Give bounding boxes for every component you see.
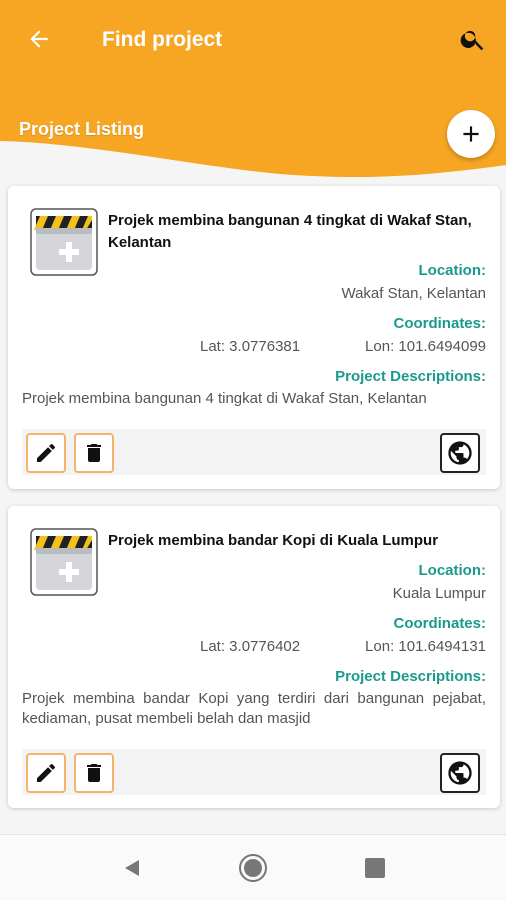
nav-back-button[interactable] bbox=[117, 853, 147, 883]
project-description: Projek membina bangunan 4 tingkat di Wak… bbox=[22, 390, 427, 407]
project-card[interactable]: Projek membina bandar Kopi di Kuala Lump… bbox=[8, 506, 500, 808]
folder-icon bbox=[30, 528, 98, 596]
folder-icon bbox=[30, 208, 98, 276]
pencil-icon bbox=[37, 443, 55, 462]
trash-icon bbox=[87, 764, 101, 782]
add-project-button[interactable] bbox=[447, 110, 495, 158]
nav-home-icon bbox=[239, 854, 267, 882]
edit-button[interactable] bbox=[26, 433, 66, 473]
system-nav-bar bbox=[0, 834, 506, 900]
card-actions bbox=[22, 429, 486, 475]
location-label: Location: bbox=[418, 262, 487, 279]
search-button[interactable] bbox=[456, 22, 490, 56]
project-description: Projek membina bandar Kopi yang terdiri … bbox=[22, 690, 486, 727]
project-card[interactable]: Projek membina bangunan 4 tingkat di Wak… bbox=[8, 186, 500, 489]
delete-button[interactable] bbox=[74, 433, 114, 473]
descriptions-label: Project Descriptions: bbox=[335, 668, 486, 685]
longitude-value: Lon: 101.6494099 bbox=[365, 338, 486, 355]
location-value: Kuala Lumpur bbox=[392, 585, 486, 602]
project-title: Projek membina bangunan 4 tingkat di Wak… bbox=[108, 212, 472, 251]
trash-icon bbox=[87, 444, 101, 462]
back-button[interactable] bbox=[22, 22, 56, 56]
globe-icon bbox=[448, 761, 472, 785]
descriptions-label: Project Descriptions: bbox=[335, 368, 486, 385]
longitude-value: Lon: 101.6494131 bbox=[365, 638, 486, 655]
globe-icon bbox=[448, 441, 472, 465]
delete-button[interactable] bbox=[74, 753, 114, 793]
location-value: Wakaf Stan, Kelantan bbox=[341, 285, 486, 302]
card-actions bbox=[22, 749, 486, 795]
app-bar: Find project bbox=[0, 0, 506, 78]
nav-back-icon bbox=[125, 860, 139, 876]
listing-title: Project Listing bbox=[19, 119, 145, 139]
page-title: Find project bbox=[102, 28, 223, 51]
pencil-icon bbox=[37, 763, 55, 782]
latitude-value: Lat: 3.0776381 bbox=[200, 338, 301, 355]
nav-home-button[interactable] bbox=[238, 853, 268, 883]
map-button[interactable] bbox=[440, 753, 480, 793]
project-title: Projek membina bandar Kopi di Kuala Lump… bbox=[108, 532, 439, 549]
location-label: Location: bbox=[418, 562, 487, 579]
nav-recents-button[interactable] bbox=[360, 853, 390, 883]
plus-icon bbox=[463, 126, 479, 142]
search-icon bbox=[460, 30, 484, 51]
back-arrow-icon bbox=[30, 30, 48, 48]
coordinates-label: Coordinates: bbox=[393, 315, 486, 332]
coordinates-label: Coordinates: bbox=[393, 615, 486, 632]
edit-button[interactable] bbox=[26, 753, 66, 793]
latitude-value: Lat: 3.0776402 bbox=[200, 638, 301, 655]
map-button[interactable] bbox=[440, 433, 480, 473]
nav-recents-icon bbox=[365, 858, 385, 878]
